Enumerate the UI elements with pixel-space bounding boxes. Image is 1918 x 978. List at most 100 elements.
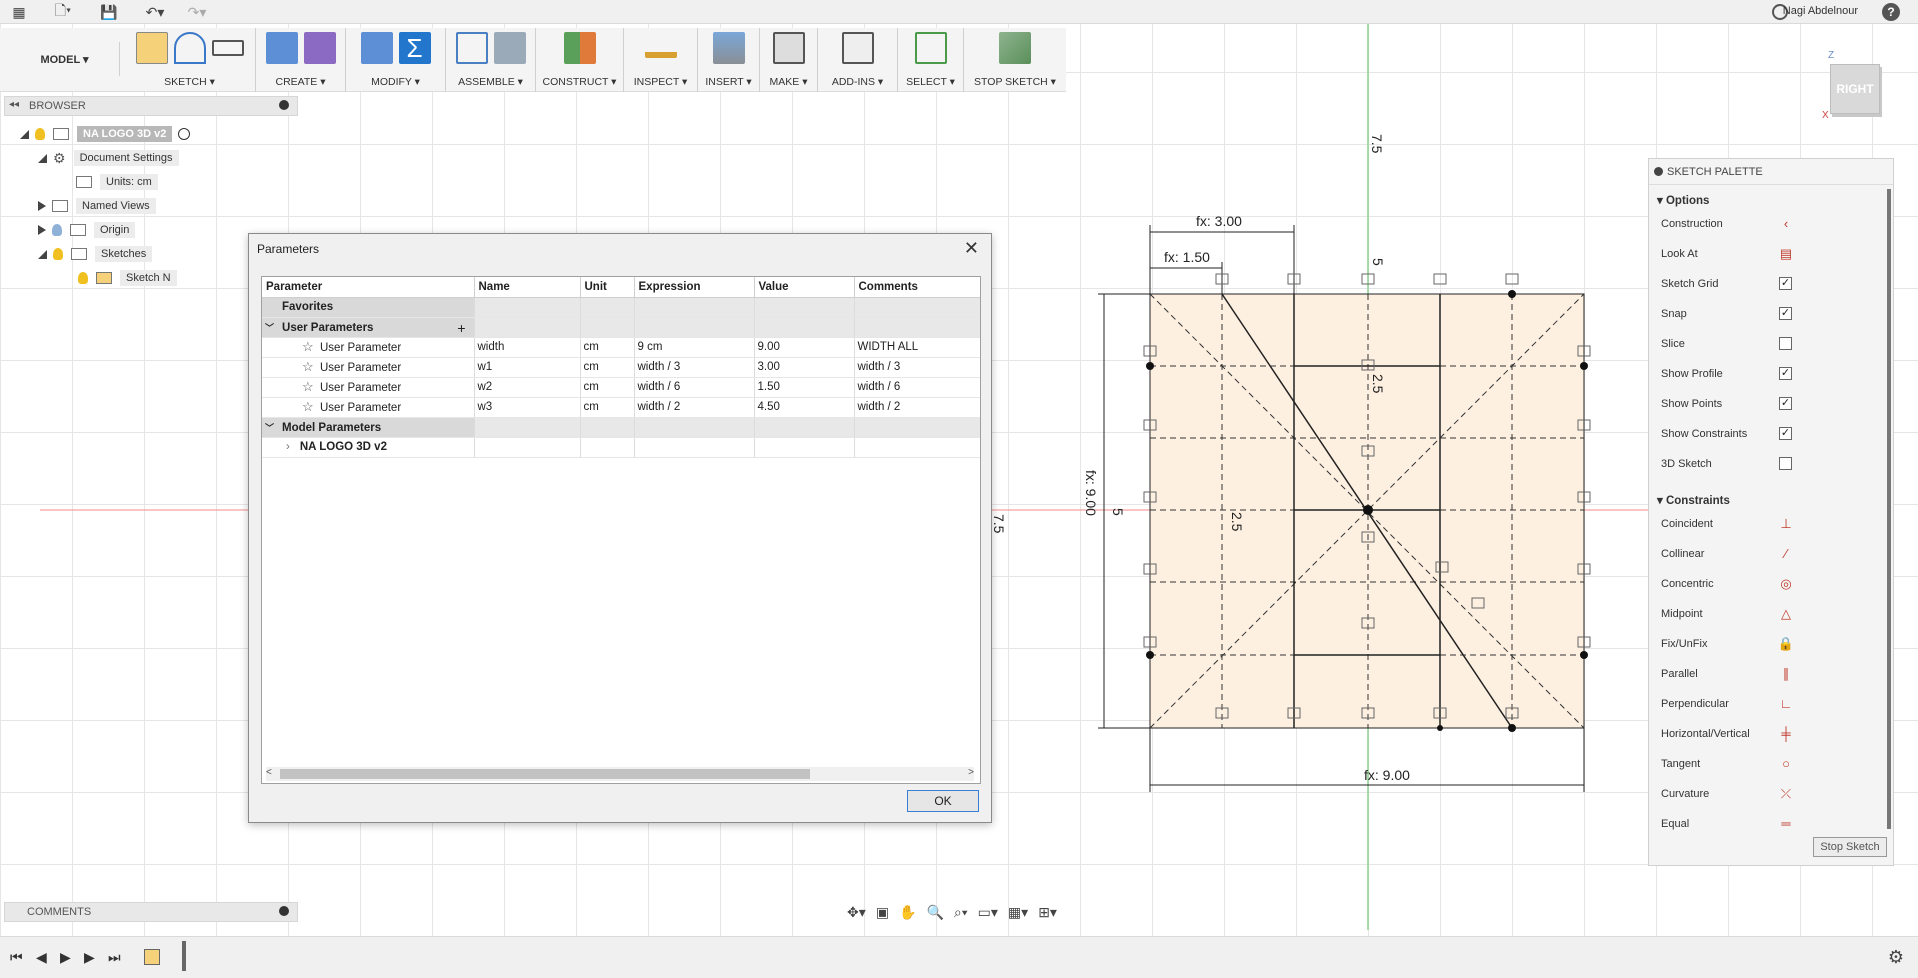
option-checkbox[interactable]: ✓ [1779,397,1792,410]
favorites-row[interactable]: Favorites [262,297,980,318]
expand-icon[interactable] [38,201,46,211]
param-unit[interactable]: cm [580,357,635,378]
scroll-thumb[interactable] [280,769,810,779]
constraint-icon[interactable]: ⊥ [1777,516,1795,532]
constraint-icon[interactable]: ╪ [1777,726,1795,742]
expand-icon[interactable] [20,129,29,139]
ribbon-group-assemble[interactable]: ASSEMBLE ▾ [446,28,536,92]
constraint-icon[interactable]: ⁄ [1777,546,1795,562]
browser-node-named-views[interactable]: Named Views [38,196,156,216]
browser-header[interactable]: ◂◂ BROWSER [4,96,298,116]
option-checkbox[interactable]: ✓ [1779,277,1792,290]
table-row[interactable]: ☆ User Parameter w2 cm width / 6 1.50 wid… [262,377,980,398]
param-name[interactable]: width [474,337,581,358]
sketch-feature-icon[interactable] [144,949,160,965]
star-icon[interactable]: ☆ [302,379,316,395]
expand-icon[interactable] [38,225,46,235]
param-expression[interactable]: 9 cm [634,337,755,358]
palette-option[interactable]: Sketch Grid ✓ [1661,275,1861,293]
palette-option[interactable]: Construction ‹ [1661,215,1861,233]
browser-node-label[interactable]: Origin [94,222,136,238]
rectangle-icon[interactable] [211,40,244,56]
constraint-item[interactable]: Curvature ⤫ [1661,785,1861,803]
visibility-icon[interactable] [78,272,88,284]
star-icon[interactable]: ☆ [302,399,316,415]
browser-node-root[interactable]: NA LOGO 3D v2 [20,124,191,144]
param-comment[interactable]: width / 3 [854,357,980,378]
browser-node-label[interactable]: Sketches [95,246,153,262]
file-icon[interactable]: 🗋▾ [52,2,74,21]
constraint-icon[interactable]: ⤫ [1777,786,1795,802]
offset-plane-icon[interactable] [563,32,596,64]
constraint-icon[interactable]: ∥ [1777,666,1795,682]
option-icon[interactable]: ‹ [1777,216,1795,232]
insert-image-icon[interactable] [712,32,745,64]
browser-node-label[interactable]: NA LOGO 3D v2 [77,126,173,142]
play-icon[interactable]: ▶ [60,949,71,966]
pin-icon[interactable] [279,100,289,110]
star-icon[interactable]: ☆ [302,359,316,375]
ribbon-group-inspect[interactable]: INSPECT ▾ [624,28,698,92]
constraints-section-header[interactable]: ▾ Constraints [1657,493,1730,507]
grid-settings-icon[interactable]: ▦▾ [1008,904,1028,921]
ribbon-group-sketch[interactable]: SKETCH ▾ [124,28,256,92]
step-forward-icon[interactable]: ▶ [84,949,95,966]
zoom-window-icon[interactable]: ⌕▾ [954,904,968,921]
browser-node-label[interactable]: Document Settings [73,150,179,166]
expand-icon[interactable] [38,249,47,259]
star-icon[interactable]: ☆ [302,339,316,355]
collapse-icon[interactable]: ◂◂ [9,99,19,110]
option-checkbox[interactable]: ✓ [1779,367,1792,380]
constraint-item[interactable]: Midpoint △ [1661,605,1861,623]
press-pull-icon[interactable] [360,32,393,64]
palette-header[interactable]: SKETCH PALETTE [1649,159,1893,185]
param-unit[interactable]: cm [580,377,635,398]
model-item-row[interactable]: › NA LOGO 3D v2 [262,437,980,458]
constraint-icon[interactable]: ○ [1777,756,1795,772]
workspace-switcher[interactable]: MODEL ▾ [10,42,120,76]
param-comment[interactable]: width / 2 [854,397,980,418]
save-icon[interactable]: 💾 [100,3,118,21]
palette-option[interactable]: Show Points ✓ [1661,395,1861,413]
constraint-item[interactable]: Concentric ◎ [1661,575,1861,593]
visibility-icon[interactable] [53,248,63,260]
skip-start-icon[interactable]: ⏮ [10,949,23,966]
finish-sketch-icon[interactable] [999,32,1031,64]
table-row[interactable]: ☆ User Parameter w1 cm width / 3 3.00 wid… [262,357,980,378]
constraint-icon[interactable]: ═ [1777,816,1795,832]
param-name[interactable]: w2 [474,377,581,398]
stop-sketch-button[interactable]: Stop Sketch [1813,837,1887,857]
constraint-item[interactable]: Equal ═ [1661,815,1861,833]
browser-node-sketches[interactable]: Sketches [38,244,153,264]
ribbon-group-insert[interactable]: INSERT ▾ [698,28,760,92]
visibility-icon[interactable] [35,128,45,140]
user-parameters-row[interactable]: ﹀ User Parameters + [262,317,980,338]
expand-icon[interactable] [38,153,47,163]
constraint-item[interactable]: Collinear ⁄ [1661,545,1861,563]
param-name[interactable]: w1 [474,357,581,378]
param-unit[interactable]: cm [580,337,635,358]
palette-option[interactable]: Look At ▤ [1661,245,1861,263]
model-parameters-row[interactable]: ﹀ Model Parameters [262,417,980,438]
joint-icon[interactable] [493,32,526,64]
constraint-icon[interactable]: ◎ [1777,576,1795,592]
param-expression[interactable]: width / 2 [634,397,755,418]
browser-node-label[interactable]: Units: cm [100,174,158,190]
palette-option[interactable]: Snap ✓ [1661,305,1861,323]
column-header[interactable]: Parameter [262,277,475,298]
chevron-right-icon[interactable]: › [286,441,290,453]
undo-icon[interactable]: ↶▾ [142,3,168,21]
table-row[interactable]: ☆ User Parameter w3 cm width / 2 4.50 wid… [262,397,980,418]
ribbon-group-make[interactable]: MAKE ▾ [760,28,818,92]
option-checkbox[interactable]: ✓ [1779,307,1792,320]
column-header[interactable]: Comments [854,277,980,298]
display-settings-icon[interactable]: ▭▾ [978,904,998,921]
new-component-icon[interactable] [455,32,488,64]
constraint-item[interactable]: Parallel ∥ [1661,665,1861,683]
browser-node-document-settings[interactable]: ⚙ Document Settings [38,148,179,168]
scroll-left-icon[interactable]: < [266,767,272,778]
palette-scrollbar[interactable] [1887,189,1891,829]
close-icon[interactable]: ✕ [964,238,979,259]
create-sketch-icon[interactable] [135,32,168,64]
browser-node-origin[interactable]: Origin [38,220,136,240]
